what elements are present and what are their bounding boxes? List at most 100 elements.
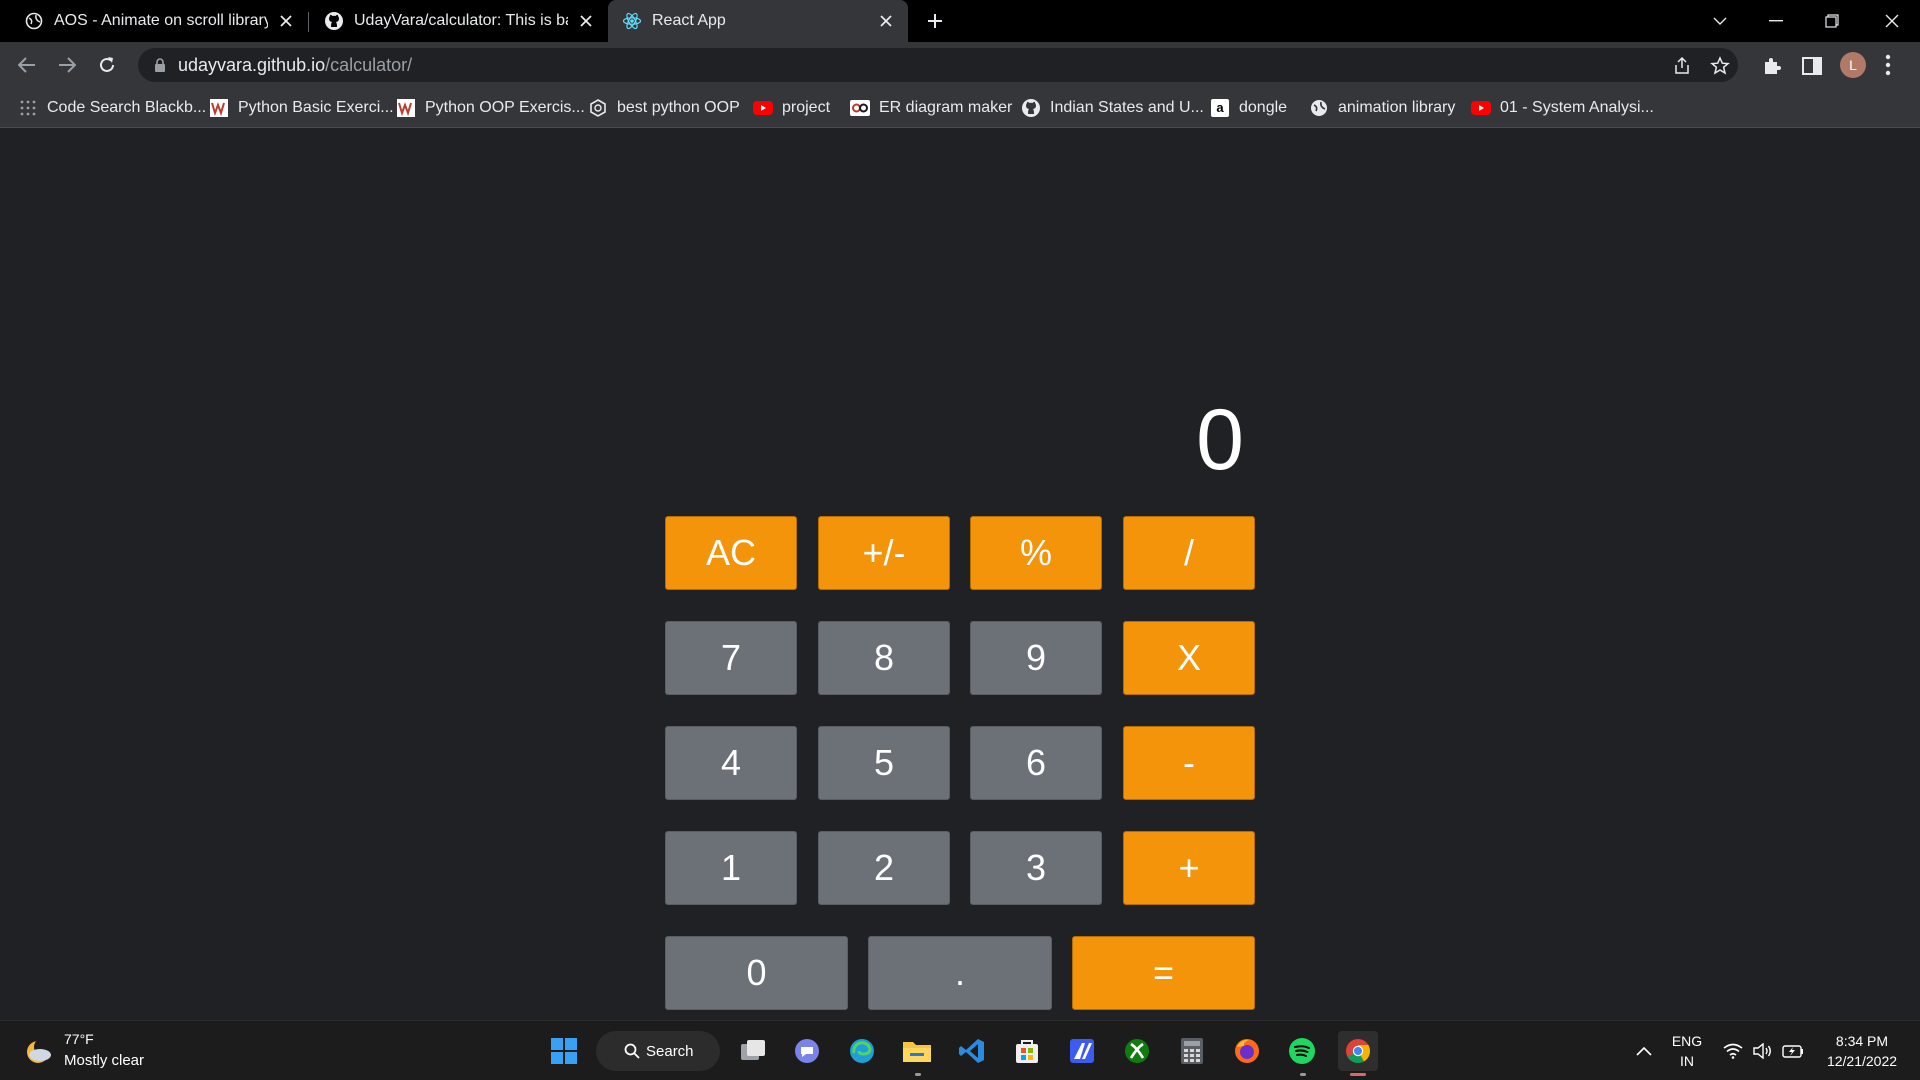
key-4[interactable]: 4 — [665, 726, 797, 800]
menu-dots-icon[interactable] — [1885, 54, 1891, 76]
windows-taskbar: 77°F Mostly clear Search ENG IN 8:34 PM … — [0, 1020, 1920, 1080]
key-toggle-sign[interactable]: +/- — [818, 516, 950, 590]
bookmark-er-diagram[interactable]: ER diagram maker — [850, 96, 1012, 120]
globe-icon — [24, 11, 44, 31]
key-multiply[interactable]: X — [1123, 621, 1255, 695]
reload-button[interactable] — [91, 49, 123, 81]
address-bar[interactable]: udayvara.github.io/calculator/ — [138, 48, 1738, 82]
weather-description: Mostly clear — [64, 1052, 145, 1069]
svg-text:a: a — [1216, 100, 1224, 115]
taskbar-search[interactable]: Search — [596, 1031, 720, 1071]
start-button[interactable] — [546, 1033, 582, 1069]
share-icon[interactable] — [1672, 56, 1692, 76]
forward-button[interactable] — [51, 49, 83, 81]
spotify-icon[interactable] — [1284, 1033, 1320, 1069]
key-divide[interactable]: / — [1123, 516, 1255, 590]
key-1[interactable]: 1 — [665, 831, 797, 905]
file-explorer-icon[interactable] — [899, 1033, 935, 1069]
key-3[interactable]: 3 — [970, 831, 1102, 905]
calculator-page: 0 AC +/- % / 7 8 9 X 4 5 6 - 1 2 3 + 0 .… — [0, 128, 1920, 1020]
bookmark-code-search[interactable]: Code Search Blackb... — [18, 96, 206, 120]
app-icon[interactable] — [1064, 1033, 1100, 1069]
search-label: Search — [646, 1042, 694, 1060]
task-view-icon[interactable] — [735, 1033, 771, 1069]
back-button[interactable] — [11, 49, 43, 81]
url-text: udayvara.github.io/calculator/ — [178, 55, 412, 76]
bookmark-star-icon[interactable] — [1710, 56, 1730, 76]
youtube-icon — [1471, 98, 1491, 118]
firefox-icon[interactable] — [1229, 1033, 1265, 1069]
tab-search-icon[interactable] — [1692, 0, 1748, 42]
close-window-button[interactable] — [1864, 0, 1920, 42]
bookmark-label: Indian States and U... — [1050, 99, 1204, 116]
url-path: /calculator/ — [325, 55, 413, 75]
bookmark-python-basic[interactable]: Python Basic Exerci... — [209, 96, 394, 120]
close-tab-icon[interactable] — [276, 11, 296, 31]
bookmark-label: best python OOP — [617, 99, 740, 116]
bookmark-project[interactable]: project — [753, 96, 830, 120]
close-tab-icon[interactable] — [576, 11, 596, 31]
key-6[interactable]: 6 — [970, 726, 1102, 800]
amazon-icon: a — [1210, 98, 1230, 118]
key-percent[interactable]: % — [970, 516, 1102, 590]
edge-icon[interactable] — [844, 1033, 880, 1069]
bookmark-animation-library[interactable]: animation library — [1309, 96, 1455, 120]
side-panel-icon[interactable] — [1801, 55, 1823, 77]
key-9[interactable]: 9 — [970, 621, 1102, 695]
calculator-icon[interactable] — [1174, 1033, 1210, 1069]
bookmark-dongle[interactable]: a dongle — [1210, 96, 1287, 120]
key-0[interactable]: 0 — [665, 936, 848, 1010]
key-5[interactable]: 5 — [818, 726, 950, 800]
calculator-display: 0 — [1196, 392, 1244, 488]
tab-react-app[interactable]: React App — [608, 0, 908, 42]
search-icon — [624, 1043, 640, 1059]
language-code[interactable]: ENG — [1666, 1033, 1708, 1049]
tab-aos[interactable]: AOS - Animate on scroll library — [0, 0, 308, 42]
vscode-icon[interactable] — [954, 1033, 990, 1069]
battery-icon[interactable] — [1773, 1033, 1813, 1069]
browser-toolbar: udayvara.github.io/calculator/ — [0, 42, 1920, 88]
clock-time[interactable]: 8:34 PM — [1814, 1033, 1910, 1049]
globe-icon — [1309, 98, 1329, 118]
restore-button[interactable] — [1804, 0, 1860, 42]
bookmark-label: project — [782, 99, 831, 116]
key-8[interactable]: 8 — [818, 621, 950, 695]
key-2[interactable]: 2 — [818, 831, 950, 905]
key-7[interactable]: 7 — [665, 621, 797, 695]
github-icon — [324, 11, 344, 31]
weather-moon-icon[interactable] — [22, 1034, 56, 1068]
w3resource-icon — [396, 98, 416, 118]
bookmark-python-oop[interactable]: Python OOP Exercis... — [396, 96, 585, 120]
profile-avatar[interactable]: L — [1840, 52, 1866, 78]
key-add[interactable]: + — [1123, 831, 1255, 905]
url-host: udayvara.github.io — [178, 55, 326, 75]
bookmark-label: 01 - System Analysi... — [1500, 99, 1654, 116]
bookmark-indian-states[interactable]: Indian States and U... — [1021, 96, 1204, 120]
microsoft-store-icon[interactable] — [1009, 1033, 1045, 1069]
running-indicator — [915, 1073, 921, 1076]
chrome-icon[interactable] — [1338, 1031, 1378, 1071]
teams-chat-icon[interactable] — [789, 1033, 825, 1069]
chatgpt-icon — [588, 98, 608, 118]
key-decimal[interactable]: . — [868, 936, 1052, 1010]
key-equals[interactable]: = — [1072, 936, 1255, 1010]
bookmark-system-analysis[interactable]: 01 - System Analysi... — [1471, 96, 1654, 120]
xbox-icon[interactable] — [1119, 1033, 1155, 1069]
tab-github[interactable]: UdayVara/calculator: This is basic — [300, 0, 608, 42]
bookmark-best-python-oop[interactable]: best python OOP — [588, 96, 740, 120]
key-all-clear[interactable]: AC — [665, 516, 797, 590]
extensions-icon[interactable] — [1761, 55, 1783, 77]
new-tab-button[interactable] — [922, 8, 948, 34]
clock-date[interactable]: 12/21/2022 — [1814, 1053, 1910, 1069]
tab-strip: AOS - Animate on scroll library UdayVara… — [0, 0, 1920, 42]
minimize-button[interactable] — [1748, 0, 1804, 42]
bookmark-label: Code Search Blackb... — [47, 99, 207, 116]
tab-title: UdayVara/calculator: This is basic — [354, 12, 568, 29]
tab-title: AOS - Animate on scroll library — [54, 12, 268, 29]
w3resource-icon — [209, 98, 229, 118]
chevron-up-icon[interactable] — [1624, 1033, 1664, 1069]
close-tab-icon[interactable] — [876, 11, 896, 31]
key-subtract[interactable]: - — [1123, 726, 1255, 800]
active-indicator — [1350, 1073, 1366, 1076]
language-region[interactable]: IN — [1666, 1053, 1708, 1069]
